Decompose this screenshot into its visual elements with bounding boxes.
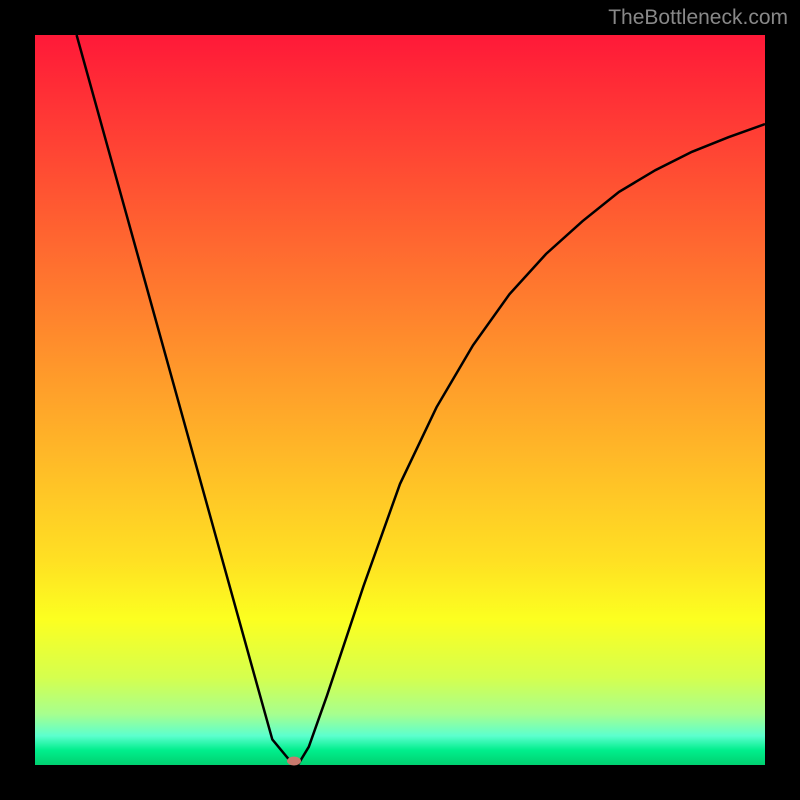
chart-marker-point bbox=[287, 757, 301, 766]
watermark-text: TheBottleneck.com bbox=[608, 6, 788, 30]
chart-curve bbox=[35, 35, 765, 765]
